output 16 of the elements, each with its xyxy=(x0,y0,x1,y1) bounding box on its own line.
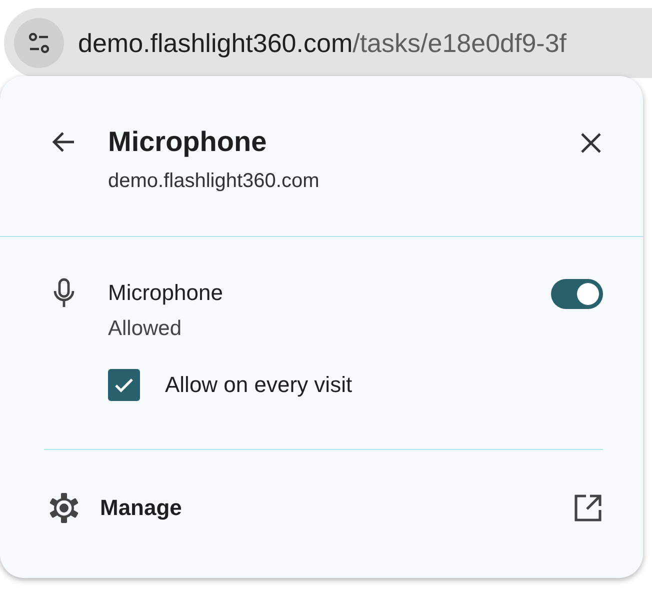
popup-title: Microphone xyxy=(108,126,268,158)
site-settings-button[interactable] xyxy=(14,18,64,68)
microphone-icon xyxy=(52,278,76,308)
permission-name: Microphone xyxy=(108,279,224,307)
permission-toggle[interactable] xyxy=(551,279,603,309)
url-text[interactable]: demo.flashlight360.com/tasks/e18e0df9-3f xyxy=(78,28,567,58)
gear-icon xyxy=(48,492,80,524)
checkbox-label[interactable]: Allow on every visit xyxy=(165,372,352,398)
sliders-icon xyxy=(26,30,52,56)
checkbox[interactable] xyxy=(108,369,140,401)
close-button[interactable] xyxy=(579,131,603,155)
site-name: demo.flashlight360.com xyxy=(108,170,320,193)
address-bar[interactable]: demo.flashlight360.com/tasks/e18e0df9-3f xyxy=(4,8,652,78)
external-link-icon[interactable] xyxy=(573,493,603,523)
permission-status: Allowed xyxy=(108,317,183,341)
manage-link[interactable]: Manage xyxy=(100,495,573,521)
